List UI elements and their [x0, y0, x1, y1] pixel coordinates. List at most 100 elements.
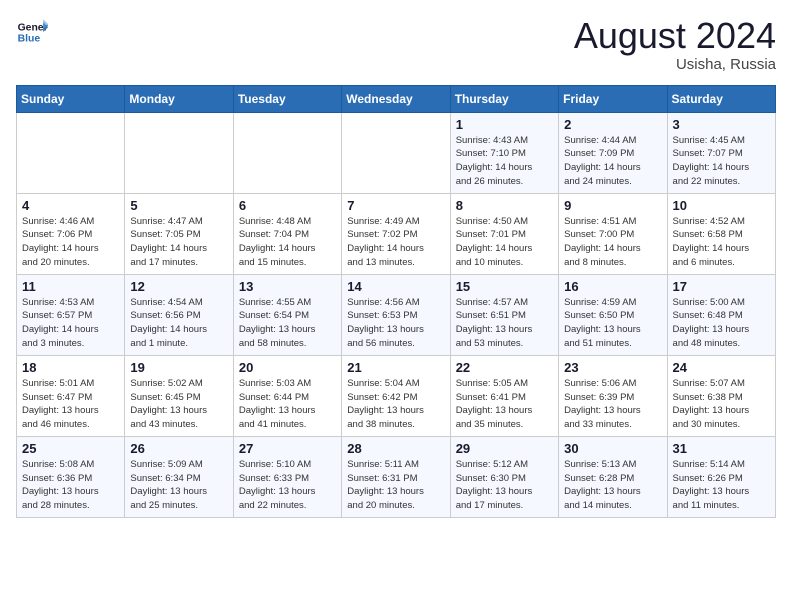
day-number: 9 [564, 198, 661, 213]
header-row: SundayMondayTuesdayWednesdayThursdayFrid… [17, 85, 776, 112]
day-cell: 2 Sunrise: 4:44 AM Sunset: 7:09 PM Daylig… [559, 112, 667, 193]
day-cell: 4 Sunrise: 4:46 AM Sunset: 7:06 PM Daylig… [17, 193, 125, 274]
day-number: 6 [239, 198, 336, 213]
day-cell: 24 Sunrise: 5:07 AM Sunset: 6:38 PM Dayli… [667, 355, 775, 436]
day-number: 30 [564, 441, 661, 456]
day-detail: Sunrise: 5:02 AM Sunset: 6:45 PM Dayligh… [130, 377, 227, 432]
day-number: 13 [239, 279, 336, 294]
week-row-1: 1Sunrise: 4:43 AM Sunset: 7:10 PM Daylig… [17, 112, 776, 193]
day-cell: 28 Sunrise: 5:11 AM Sunset: 6:31 PM Dayli… [342, 436, 450, 517]
day-cell [233, 112, 341, 193]
day-detail: Sunrise: 5:07 AM Sunset: 6:38 PM Dayligh… [673, 377, 770, 432]
day-detail: Sunrise: 4:51 AM Sunset: 7:00 PM Dayligh… [564, 215, 661, 270]
svg-text:Blue: Blue [18, 34, 41, 45]
day-detail: Sunrise: 5:11 AM Sunset: 6:31 PM Dayligh… [347, 458, 444, 513]
day-cell [125, 112, 233, 193]
day-detail: Sunrise: 5:00 AM Sunset: 6:48 PM Dayligh… [673, 296, 770, 351]
day-detail: Sunrise: 5:09 AM Sunset: 6:34 PM Dayligh… [130, 458, 227, 513]
day-number: 2 [564, 117, 661, 132]
day-cell: 31 Sunrise: 5:14 AM Sunset: 6:26 PM Dayli… [667, 436, 775, 517]
day-header-sunday: Sunday [17, 85, 125, 112]
day-cell: 11 Sunrise: 4:53 AM Sunset: 6:57 PM Dayli… [17, 274, 125, 355]
day-cell: 22Sunrise: 5:05 AM Sunset: 6:41 PM Dayli… [450, 355, 558, 436]
day-cell: 9 Sunrise: 4:51 AM Sunset: 7:00 PM Daylig… [559, 193, 667, 274]
day-detail: Sunrise: 5:03 AM Sunset: 6:44 PM Dayligh… [239, 377, 336, 432]
day-cell [342, 112, 450, 193]
day-cell: 7Sunrise: 4:49 AM Sunset: 7:02 PM Daylig… [342, 193, 450, 274]
day-number: 28 [347, 441, 444, 456]
day-cell: 3 Sunrise: 4:45 AM Sunset: 7:07 PM Daylig… [667, 112, 775, 193]
day-detail: Sunrise: 4:44 AM Sunset: 7:09 PM Dayligh… [564, 134, 661, 189]
day-detail: Sunrise: 4:55 AM Sunset: 6:54 PM Dayligh… [239, 296, 336, 351]
day-number: 26 [130, 441, 227, 456]
day-number: 18 [22, 360, 119, 375]
day-cell: 1Sunrise: 4:43 AM Sunset: 7:10 PM Daylig… [450, 112, 558, 193]
day-number: 29 [456, 441, 553, 456]
day-cell: 27 Sunrise: 5:10 AM Sunset: 6:33 PM Dayli… [233, 436, 341, 517]
day-number: 11 [22, 279, 119, 294]
day-detail: Sunrise: 4:50 AM Sunset: 7:01 PM Dayligh… [456, 215, 553, 270]
day-detail: Sunrise: 5:08 AM Sunset: 6:36 PM Dayligh… [22, 458, 119, 513]
location: Usisha, Russia [574, 56, 776, 73]
day-detail: Sunrise: 4:47 AM Sunset: 7:05 PM Dayligh… [130, 215, 227, 270]
calendar-table: SundayMondayTuesdayWednesdayThursdayFrid… [16, 85, 776, 518]
day-cell: 6 Sunrise: 4:48 AM Sunset: 7:04 PM Daylig… [233, 193, 341, 274]
day-header-friday: Friday [559, 85, 667, 112]
title-block: August 2024 Usisha, Russia [574, 16, 776, 73]
day-number: 8 [456, 198, 553, 213]
day-cell: 29 Sunrise: 5:12 AM Sunset: 6:30 PM Dayli… [450, 436, 558, 517]
day-detail: Sunrise: 4:53 AM Sunset: 6:57 PM Dayligh… [22, 296, 119, 351]
day-cell: 17 Sunrise: 5:00 AM Sunset: 6:48 PM Dayli… [667, 274, 775, 355]
logo: General Blue [16, 16, 48, 48]
day-header-wednesday: Wednesday [342, 85, 450, 112]
day-number: 17 [673, 279, 770, 294]
week-row-2: 4 Sunrise: 4:46 AM Sunset: 7:06 PM Daylig… [17, 193, 776, 274]
day-number: 23 [564, 360, 661, 375]
day-number: 20 [239, 360, 336, 375]
day-cell: 19 Sunrise: 5:02 AM Sunset: 6:45 PM Dayli… [125, 355, 233, 436]
day-detail: Sunrise: 4:46 AM Sunset: 7:06 PM Dayligh… [22, 215, 119, 270]
month-title: August 2024 [574, 16, 776, 56]
day-detail: Sunrise: 5:04 AM Sunset: 6:42 PM Dayligh… [347, 377, 444, 432]
day-detail: Sunrise: 5:01 AM Sunset: 6:47 PM Dayligh… [22, 377, 119, 432]
day-cell: 16Sunrise: 4:59 AM Sunset: 6:50 PM Dayli… [559, 274, 667, 355]
day-number: 25 [22, 441, 119, 456]
day-detail: Sunrise: 5:12 AM Sunset: 6:30 PM Dayligh… [456, 458, 553, 513]
day-cell: 12Sunrise: 4:54 AM Sunset: 6:56 PM Dayli… [125, 274, 233, 355]
day-cell [17, 112, 125, 193]
day-detail: Sunrise: 5:10 AM Sunset: 6:33 PM Dayligh… [239, 458, 336, 513]
day-header-tuesday: Tuesday [233, 85, 341, 112]
day-detail: Sunrise: 4:45 AM Sunset: 7:07 PM Dayligh… [673, 134, 770, 189]
day-number: 3 [673, 117, 770, 132]
day-detail: Sunrise: 4:48 AM Sunset: 7:04 PM Dayligh… [239, 215, 336, 270]
day-number: 15 [456, 279, 553, 294]
day-cell: 15 Sunrise: 4:57 AM Sunset: 6:51 PM Dayli… [450, 274, 558, 355]
day-number: 24 [673, 360, 770, 375]
day-cell: 20 Sunrise: 5:03 AM Sunset: 6:44 PM Dayli… [233, 355, 341, 436]
day-detail: Sunrise: 5:05 AM Sunset: 6:41 PM Dayligh… [456, 377, 553, 432]
day-detail: Sunrise: 5:14 AM Sunset: 6:26 PM Dayligh… [673, 458, 770, 513]
day-detail: Sunrise: 5:13 AM Sunset: 6:28 PM Dayligh… [564, 458, 661, 513]
day-number: 31 [673, 441, 770, 456]
day-detail: Sunrise: 4:56 AM Sunset: 6:53 PM Dayligh… [347, 296, 444, 351]
day-detail: Sunrise: 4:49 AM Sunset: 7:02 PM Dayligh… [347, 215, 444, 270]
day-number: 14 [347, 279, 444, 294]
day-detail: Sunrise: 5:06 AM Sunset: 6:39 PM Dayligh… [564, 377, 661, 432]
day-detail: Sunrise: 4:57 AM Sunset: 6:51 PM Dayligh… [456, 296, 553, 351]
day-number: 19 [130, 360, 227, 375]
day-number: 5 [130, 198, 227, 213]
day-header-saturday: Saturday [667, 85, 775, 112]
day-number: 27 [239, 441, 336, 456]
day-number: 21 [347, 360, 444, 375]
day-number: 4 [22, 198, 119, 213]
day-number: 12 [130, 279, 227, 294]
week-row-4: 18 Sunrise: 5:01 AM Sunset: 6:47 PM Dayli… [17, 355, 776, 436]
day-detail: Sunrise: 4:52 AM Sunset: 6:58 PM Dayligh… [673, 215, 770, 270]
day-cell: 8 Sunrise: 4:50 AM Sunset: 7:01 PM Daylig… [450, 193, 558, 274]
day-cell: 26 Sunrise: 5:09 AM Sunset: 6:34 PM Dayli… [125, 436, 233, 517]
day-detail: Sunrise: 4:59 AM Sunset: 6:50 PM Dayligh… [564, 296, 661, 351]
day-cell: 5 Sunrise: 4:47 AM Sunset: 7:05 PM Daylig… [125, 193, 233, 274]
day-header-thursday: Thursday [450, 85, 558, 112]
day-cell: 18 Sunrise: 5:01 AM Sunset: 6:47 PM Dayli… [17, 355, 125, 436]
day-cell: 25 Sunrise: 5:08 AM Sunset: 6:36 PM Dayli… [17, 436, 125, 517]
